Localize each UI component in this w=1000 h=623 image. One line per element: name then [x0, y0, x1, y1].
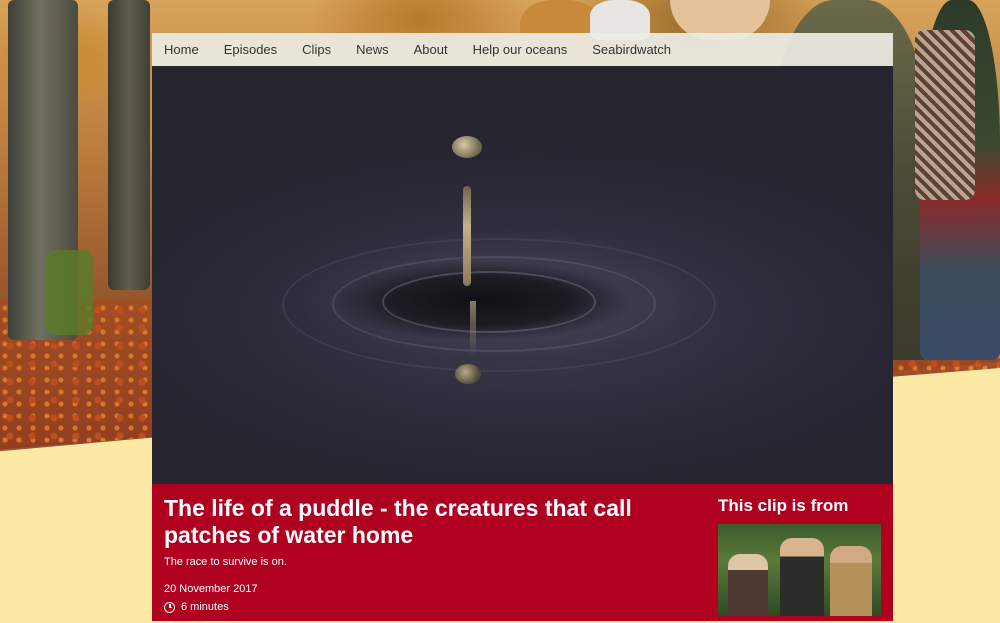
- presenter: [780, 538, 824, 616]
- clip-info-panel: The life of a puddle - the creatures tha…: [152, 484, 893, 621]
- main-navigation: Home Episodes Clips News About Help our …: [152, 33, 893, 66]
- droplet-reflection: [470, 301, 476, 356]
- presenter: [830, 546, 872, 616]
- clip-duration-text: 6 minutes: [181, 601, 229, 613]
- clip-duration: 6 minutes: [164, 601, 229, 613]
- clip-title: The life of a puddle - the creatures tha…: [164, 495, 632, 548]
- nav-seabirdwatch[interactable]: Seabirdwatch: [592, 42, 671, 57]
- nav-help-our-oceans[interactable]: Help our oceans: [473, 42, 568, 57]
- clip-source-heading: This clip is from: [718, 496, 849, 515]
- main-content: Home Episodes Clips News About Help our …: [152, 33, 893, 621]
- clip-tagline: The race to survive is on.: [164, 556, 287, 568]
- nav-news[interactable]: News: [356, 42, 389, 57]
- water-droplet: [455, 364, 481, 384]
- clip-date: 20 November 2017: [164, 583, 258, 595]
- moss-patch: [45, 250, 93, 335]
- nav-episodes[interactable]: Episodes: [224, 42, 277, 57]
- water-droplet-column: [463, 186, 471, 286]
- presenter: [728, 554, 768, 616]
- scarf: [915, 30, 975, 200]
- video-player[interactable]: [152, 66, 893, 484]
- nav-clips[interactable]: Clips: [302, 42, 331, 57]
- nav-home[interactable]: Home: [164, 42, 199, 57]
- programme-thumbnail[interactable]: [718, 524, 881, 616]
- tree-trunk: [108, 0, 150, 290]
- water-ripple: [382, 271, 596, 333]
- clock-icon: [164, 601, 175, 613]
- nav-about[interactable]: About: [414, 42, 448, 57]
- water-droplet: [452, 136, 482, 158]
